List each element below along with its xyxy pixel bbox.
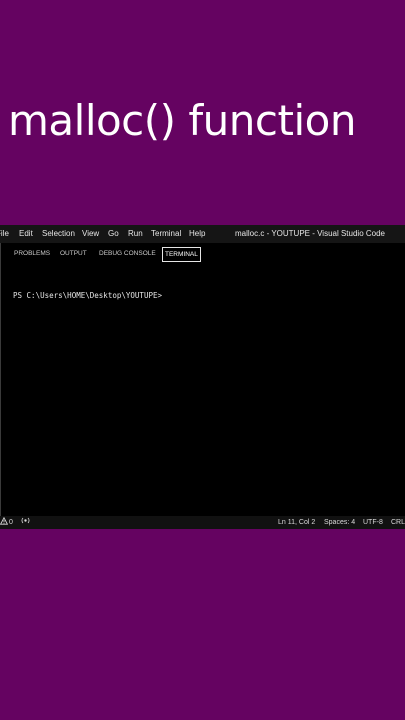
menu-terminal[interactable]: Terminal: [151, 225, 181, 243]
menu-go[interactable]: Go: [108, 225, 119, 243]
menu-view[interactable]: View: [82, 225, 99, 243]
menu-run[interactable]: Run: [128, 225, 143, 243]
indentation[interactable]: Spaces: 4: [324, 516, 355, 529]
tab-problems[interactable]: PROBLEMS: [12, 247, 52, 260]
cursor-position[interactable]: Ln 11, Col 2: [278, 516, 315, 529]
tab-terminal[interactable]: TERMINAL: [162, 247, 201, 262]
encoding[interactable]: UTF-8: [363, 516, 383, 529]
terminal-prompt[interactable]: PS C:\Users\HOME\Desktop\YOUTUPE>: [13, 291, 162, 300]
live-share-icon[interactable]: [21, 516, 30, 529]
warning-icon[interactable]: [0, 516, 9, 529]
line-ending[interactable]: CRL: [391, 516, 405, 529]
vscode-window: File Edit Selection View Go Run Terminal…: [0, 225, 405, 529]
statusbar: 0 Ln 11, Col 2 Spaces: 4 UTF-8 CRL: [0, 516, 405, 529]
video-title: malloc() function: [8, 96, 356, 145]
panel-tabs: PROBLEMS OUTPUT DEBUG CONSOLE TERMINAL: [1, 243, 405, 265]
broadcast-icon: [21, 517, 30, 524]
menu-edit[interactable]: Edit: [19, 225, 33, 243]
tab-output[interactable]: OUTPUT: [58, 247, 89, 260]
terminal-panel: PROBLEMS OUTPUT DEBUG CONSOLE TERMINAL P…: [0, 243, 405, 516]
warnings-count[interactable]: 0: [9, 516, 13, 529]
menu-selection[interactable]: Selection: [42, 225, 75, 243]
warning-triangle-icon: [0, 516, 9, 525]
menu-help[interactable]: Help: [189, 225, 205, 243]
menu-file[interactable]: File: [0, 225, 9, 243]
menubar: File Edit Selection View Go Run Terminal…: [0, 225, 405, 243]
window-title: malloc.c - YOUTUPE - Visual Studio Code: [235, 229, 385, 238]
tab-debug-console[interactable]: DEBUG CONSOLE: [97, 247, 158, 260]
